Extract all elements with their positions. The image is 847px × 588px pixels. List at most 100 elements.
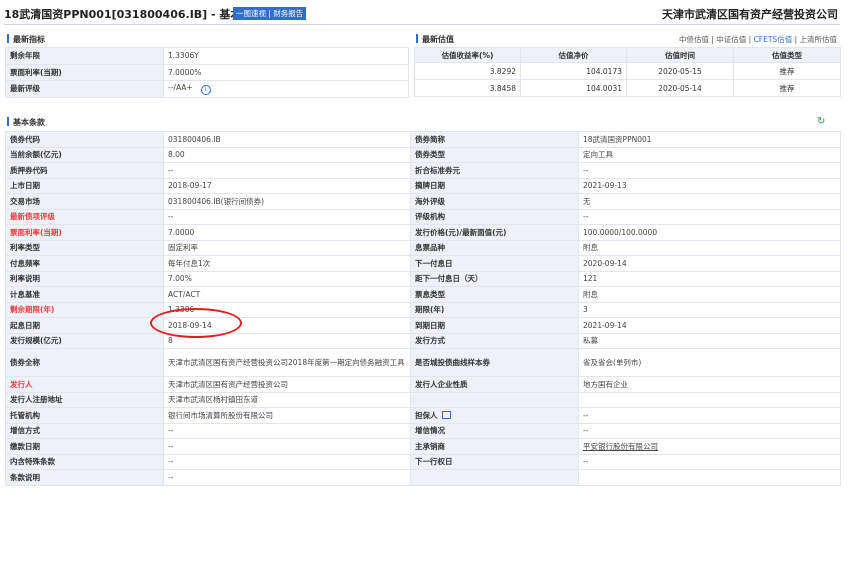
- field-value[interactable]: 银行间市场清算所股份有限公司: [163, 407, 411, 424]
- valuation-yield: 3.8292: [414, 62, 521, 80]
- field-value: --: [163, 422, 411, 439]
- table-row: 缴款日期 -- 主承销商 平安银行股份有限公司: [5, 438, 841, 455]
- field-label: 发行人注册地址: [5, 391, 164, 408]
- field-label: 付息频率: [5, 255, 164, 272]
- valuation-yield: 3.8458: [414, 79, 521, 97]
- table-row: 增信方式 -- 增信情况 --: [5, 422, 841, 439]
- valuation-link-cfets[interactable]: CFETS估值: [754, 35, 793, 44]
- info-icon[interactable]: i: [200, 84, 211, 95]
- field-label: 息票品种: [410, 239, 579, 256]
- table-row: 发行人 天津市武清区国有资产经营投资公司 发行人企业性质 地方国有企业: [5, 376, 841, 393]
- basic-terms-table: 债券代码 031800406.IB 债券简称 18武清国资PPN001 当前余额(亿元)…: [5, 131, 841, 486]
- table-row: 债券代码 031800406.IB 债券简称 18武清国资PPN001: [5, 131, 841, 148]
- field-label: 到期日期: [410, 317, 579, 334]
- valuation-link-chinabond[interactable]: 中债估值: [679, 35, 709, 44]
- financial-report-button[interactable]: 财务报告: [273, 9, 303, 18]
- latest-valuation-heading: 最新估值: [416, 34, 454, 45]
- field-label: 折合标准券元: [410, 162, 579, 179]
- field-label: 距下一付息日（天）: [410, 270, 579, 287]
- field-label: 下一行权日: [410, 453, 579, 470]
- field-label: 发行方式: [410, 332, 579, 349]
- field-value: 省及省会(单列市): [578, 348, 841, 377]
- table-row: 当前余额(亿元) 8.00 债券类型 定向工具: [5, 146, 841, 163]
- table-row: 发行规模(亿元) 8 发行方式 私募: [5, 332, 841, 349]
- valuation-net-price: 104.0173: [520, 62, 627, 80]
- field-label: 当前余额(亿元): [5, 146, 164, 163]
- field-label: 债券代码: [5, 131, 164, 148]
- latest-rating-value: --/AA+: [168, 82, 193, 92]
- field-value: 031800406.IB(银行间债券): [163, 193, 411, 210]
- refresh-icon[interactable]: ↻: [817, 117, 827, 127]
- one-glance-button[interactable]: 一图速视: [236, 9, 266, 18]
- table-row: 剩余期限(年) 1.3306 期限(年) 3: [5, 301, 841, 318]
- field-value: 18武清国资PPN001: [578, 131, 841, 148]
- top-bar: 18武清国资PPN001[031800406.IB] - 基本条款 一图速视 |…: [4, 3, 840, 23]
- field-label: 担保人: [410, 407, 579, 424]
- field-value: 031800406.IB: [163, 131, 411, 148]
- field-label: 债券类型: [410, 146, 579, 163]
- valuation-date: 2020-05-14: [626, 79, 734, 97]
- field-label: 发行人: [5, 376, 164, 393]
- field-value: 固定利率: [163, 239, 411, 256]
- column-header: 估值净价: [520, 47, 627, 63]
- field-label: 海外评级: [410, 193, 579, 210]
- table-row: 条款说明 --: [5, 469, 841, 486]
- field-value: --: [163, 438, 411, 455]
- table-row: 计息基准 ACT/ACT 票息类型 附息: [5, 286, 841, 303]
- field-label: 增信方式: [5, 422, 164, 439]
- external-link-icon[interactable]: [441, 410, 451, 419]
- table-row: 质押券代码 -- 折合标准券元 --: [5, 162, 841, 179]
- field-label: 利率类型: [5, 239, 164, 256]
- valuation-table: 估值收益率(%) 估值净价 估值时间 估值类型 3.8292 104.0173 …: [414, 47, 841, 97]
- table-row: 托管机构 银行间市场清算所股份有限公司 担保人 --: [5, 407, 841, 424]
- field-value: [578, 469, 841, 486]
- field-value: 地方国有企业: [578, 376, 841, 393]
- field-value: --: [578, 453, 841, 470]
- field-value: 天津市武清区杨村镇田东道: [163, 391, 411, 408]
- valuation-link-shclearing[interactable]: 上清所估值: [800, 35, 838, 44]
- valuation-link-csi[interactable]: 中证估值: [716, 35, 746, 44]
- field-label: 最新债项评级: [5, 208, 164, 225]
- field-label: 评级机构: [410, 208, 579, 225]
- field-value: 7.0000: [163, 224, 411, 241]
- field-value: 附息: [578, 286, 841, 303]
- field-label: 票息类型: [410, 286, 579, 303]
- table-row: 最新评级 --/AA+ i: [5, 80, 409, 98]
- field-value: 121: [578, 270, 841, 287]
- latest-indicators-heading: 最新指标: [7, 34, 45, 45]
- latest-rating-cell: --/AA+ i: [163, 80, 409, 98]
- table-row: 发行人注册地址 天津市武清区杨村镇田东道: [5, 391, 841, 408]
- column-header: 估值类型: [733, 47, 841, 63]
- latest-indicators-table: 剩余年限 1.3306Y 票面利率(当期) 7.0000% 最新评级 --/AA…: [5, 47, 409, 98]
- field-label: 交易市场: [5, 193, 164, 210]
- table-row: 上市日期 2018-09-17 摘牌日期 2021-09-13: [5, 177, 841, 194]
- field-label: 条款说明: [5, 469, 164, 486]
- table-row: 内含特殊条款 -- 下一行权日 --: [5, 453, 841, 470]
- field-value: 1.3306: [163, 301, 411, 318]
- field-label: 剩余期限(年): [5, 301, 164, 318]
- field-label: 起息日期: [5, 317, 164, 334]
- field-label: 主承销商: [410, 438, 579, 455]
- field-value[interactable]: 天津市武清区国有资产经营投资公司2018年度第一期定向债务融资工具: [163, 348, 411, 377]
- field-label: 发行价格(元)/最新面值(元): [410, 224, 579, 241]
- table-row: 剩余年限 1.3306Y: [5, 47, 409, 65]
- table-row: 利率说明 7.00% 距下一付息日（天） 121: [5, 270, 841, 287]
- field-value: --: [163, 208, 411, 225]
- field-value: --: [163, 162, 411, 179]
- field-value: 私募: [578, 332, 841, 349]
- field-value: 每年付息1次: [163, 255, 411, 272]
- issuer-name[interactable]: 天津市武清区国有资产经营投资公司: [662, 6, 838, 22]
- field-value: --: [578, 208, 841, 225]
- coupon-rate-label: 票面利率(当期): [5, 63, 164, 81]
- valuation-date: 2020-05-15: [626, 62, 734, 80]
- field-value: 7.00%: [163, 270, 411, 287]
- field-value: 2021-09-14: [578, 317, 841, 334]
- field-label: 上市日期: [5, 177, 164, 194]
- field-label: 期限(年): [410, 301, 579, 318]
- field-label: 是否城投债曲线样本券: [410, 348, 579, 377]
- table-row: 最新债项评级 -- 评级机构 --: [5, 208, 841, 225]
- table-row: 付息频率 每年付息1次 下一付息日 2020-09-14: [5, 255, 841, 272]
- field-value[interactable]: 天津市武清区国有资产经营投资公司: [163, 376, 411, 393]
- field-label: [410, 469, 579, 486]
- field-value[interactable]: 平安银行股份有限公司: [578, 438, 841, 455]
